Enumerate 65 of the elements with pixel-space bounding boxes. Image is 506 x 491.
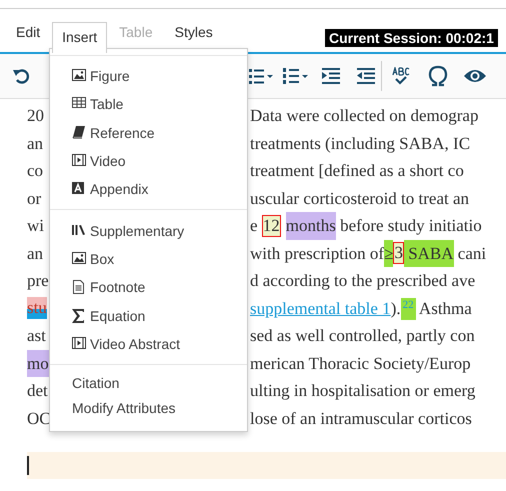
menu-tab[interactable]: Edit [6,17,50,47]
film-icon [72,336,86,351]
menu-tab[interactable]: Styles [164,17,223,47]
text-fragment: ast [27,325,46,347]
spellcheck-icon[interactable] [392,67,410,85]
text-fragment: Asthma [418,298,472,320]
text-cursor [27,456,29,475]
text-fragment: merican Thoracic Society/Europ [250,352,471,375]
highlighted-text: ≥ [384,240,394,267]
highlighted-text: months [286,212,336,240]
menu-item[interactable]: Footnote [50,273,247,302]
text-fragment: wi [27,215,44,237]
text-fragment: det [27,380,48,402]
numbered-list-icon[interactable] [283,67,309,85]
text-fragment: d according to the prescribed ave [250,270,476,292]
menu-item[interactable]: Reference [50,118,247,147]
sigma-icon [72,308,86,323]
text-fragment: 20 [27,105,44,127]
omega-icon[interactable] [427,65,449,87]
book-icon [72,126,86,140]
marked-number: 3 [393,242,404,264]
outdent-icon[interactable] [357,68,375,84]
letter-a-icon [72,182,86,196]
text-fragment: treatments (including SABA, IC [250,132,470,155]
undo-icon[interactable] [13,68,31,84]
film-icon [72,154,86,168]
text-fragment: an [27,132,44,154]
text-fragment: with prescription of [250,242,384,265]
text-fragment: uscular corticosteroid to treat an [250,188,470,210]
highlighted-text: SABA [404,240,454,267]
document-icon [72,280,86,294]
citation-number: 22 [400,298,416,320]
menu-item[interactable]: Appendix [50,175,247,204]
text-fragment: ). [390,298,401,320]
text-fragment: treatment [defined as a short co [250,160,464,182]
bullet-list-icon[interactable] [249,68,273,84]
text-fragment: ulting in hospitalisation or emerg [250,380,476,402]
image-icon [72,252,86,266]
marked-number: 12 [262,214,281,237]
text-fragment: Data were collected on demograp [250,105,478,127]
text-fragment: or [27,188,42,210]
text-fragment: an [27,242,44,264]
indent-icon[interactable] [322,68,340,84]
menu-item[interactable]: Video [50,146,247,176]
text-fragment: co [27,160,44,182]
menu-item[interactable]: Equation [50,301,247,330]
menu-item[interactable]: Video Abstract [50,330,247,358]
menu-item[interactable]: Table [50,90,247,119]
text-fragment: sed as well controlled, partly con [250,325,475,347]
menu-item[interactable]: Modify Attributes [50,396,247,421]
menu-item[interactable]: Box [50,244,247,274]
eye-icon[interactable] [463,68,487,84]
highlighted-text: mo [27,350,49,377]
books-icon [72,224,86,238]
text-fragment: e [250,215,259,237]
menu-tab[interactable]: Insert [52,22,108,53]
text-fragment: lose of an intramuscular corticos [250,408,472,430]
text-fragment: OC [27,408,51,430]
menu-item[interactable]: Supplementary [50,216,247,245]
text-fragment: pre [27,270,49,292]
session-timer: Current Session: 00:02:1 [325,29,498,47]
text-fragment: before study initiatio [339,215,482,237]
menu-item[interactable]: Citation [50,370,247,396]
text-fragment: cani [456,242,486,264]
image-icon [72,69,86,84]
